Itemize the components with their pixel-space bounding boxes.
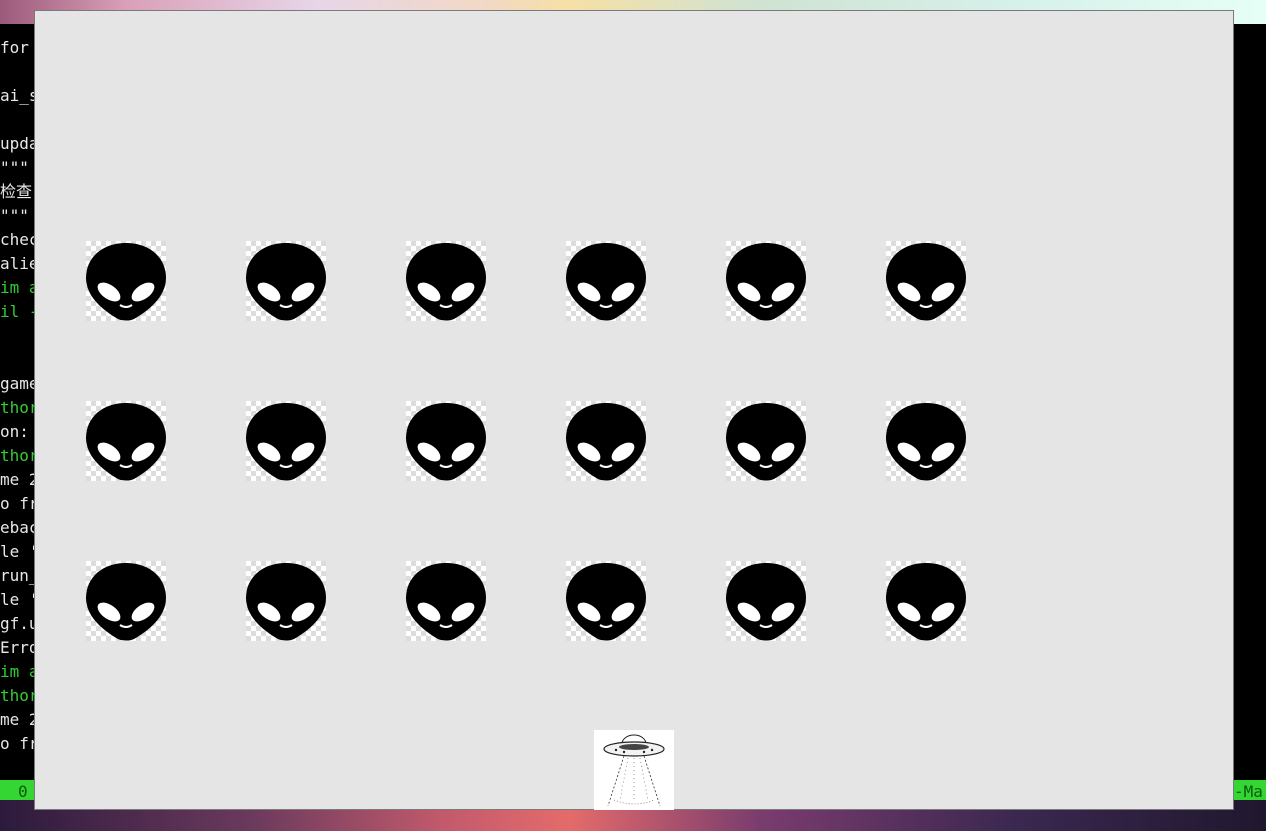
alien-head-icon [86,403,166,481]
alien-head-icon [726,403,806,481]
terminal-line: Erro [0,638,39,657]
terminal-line: ai_s [0,86,39,105]
alien-head-icon [246,563,326,641]
alien-r1-c3 [406,241,486,321]
terminal-line: im a [0,662,39,681]
alien-head-icon [566,403,646,481]
alien-r3-c6 [886,561,966,641]
alien-r3-c5 [726,561,806,641]
terminal-line: ebac [0,518,39,537]
alien-r2-c4 [566,401,646,481]
terminal-line: me 2 [0,470,39,489]
terminal-line: alie [0,254,39,273]
terminal-line: thor [0,686,39,705]
alien-r2-c3 [406,401,486,481]
terminal-line: run_ [0,566,39,585]
alien-head-icon [566,563,646,641]
terminal-line: for [0,38,29,57]
terminal-line: gf.u [0,614,39,633]
terminal-line: o fr [0,494,39,513]
terminal-line: chec [0,230,39,249]
alien-head-icon [246,243,326,321]
alien-head-icon [886,243,966,321]
terminal-line: im a [0,278,39,297]
terminal-line: """ [0,206,29,225]
alien-head-icon [406,403,486,481]
alien-invasion-game-window[interactable] [34,10,1234,810]
alien-head-icon [86,563,166,641]
terminal-line: 检查 [0,182,33,201]
alien-r1-c1 [86,241,166,321]
alien-r3-c2 [246,561,326,641]
terminal-line: le ' [0,542,39,561]
alien-r2-c6 [886,401,966,481]
player-ship[interactable] [594,730,674,810]
alien-r2-c1 [86,401,166,481]
alien-r3-c1 [86,561,166,641]
alien-r2-c2 [246,401,326,481]
terminal-line: on: [0,422,29,441]
alien-head-icon [86,243,166,321]
terminal-line: le ' [0,590,39,609]
alien-head-icon [726,563,806,641]
alien-head-icon [726,243,806,321]
alien-r1-c2 [246,241,326,321]
alien-head-icon [566,243,646,321]
alien-head-icon [886,563,966,641]
terminal-line: il - [0,302,39,321]
terminal-line: """ [0,158,29,177]
alien-r3-c3 [406,561,486,641]
terminal-line: thor [0,446,39,465]
alien-head-icon [246,403,326,481]
terminal-line: upda [0,134,39,153]
terminal-line: me 2 [0,710,39,729]
alien-r3-c4 [566,561,646,641]
alien-r1-c6 [886,241,966,321]
alien-head-icon [406,243,486,321]
terminal-line: o fr [0,734,39,753]
alien-head-icon [886,403,966,481]
terminal-line: game [0,374,39,393]
alien-head-icon [406,563,486,641]
ufo-ship-icon [603,734,665,807]
alien-r2-c5 [726,401,806,481]
alien-r1-c4 [566,241,646,321]
terminal-line: thor [0,398,39,417]
alien-r1-c5 [726,241,806,321]
